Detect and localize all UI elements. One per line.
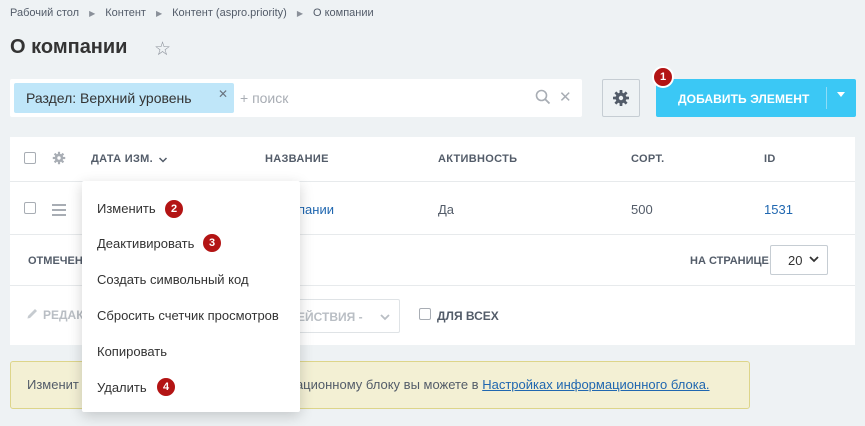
step-badge-1: 1 (652, 66, 674, 88)
clear-search-icon[interactable]: ✕ (559, 88, 572, 106)
search-input[interactable]: + поиск (240, 90, 288, 106)
breadcrumb: Рабочий стол ▶ Контент ▶ Контент (aspro.… (10, 6, 374, 20)
step-badge-3: 3 (201, 232, 223, 254)
chip-close-icon[interactable]: ✕ (218, 87, 228, 101)
menu-item-label: Удалить (97, 380, 147, 395)
column-settings-icon[interactable] (52, 151, 66, 170)
menu-item-reset-views[interactable]: Сбросить счетчик просмотров (82, 298, 300, 334)
actions-select-label: ЕЙСТВИЯ - (297, 310, 363, 324)
column-header-sort[interactable]: СОРТ. (631, 153, 664, 165)
iblock-settings-link[interactable]: Настройках информационного блока. (482, 377, 709, 392)
edit-button[interactable]: РЕДАК (43, 308, 84, 322)
for-all-label: ДЛЯ ВСЕХ (437, 309, 499, 323)
step-badge-4: 4 (155, 376, 177, 398)
row-active: Да (438, 202, 455, 217)
menu-item-label: Деактивировать (97, 236, 195, 251)
page-title: О компании (10, 36, 128, 58)
sort-chevron-icon[interactable] (158, 152, 168, 170)
row-checkbox[interactable] (24, 202, 36, 214)
button-divider (826, 87, 827, 109)
filter-bar[interactable]: Раздел: Верхний уровень ✕ + поиск ✕ (10, 79, 582, 117)
row-name-link[interactable]: пании (298, 202, 334, 217)
breadcrumb-item-desktop[interactable]: Рабочий стол (10, 7, 79, 19)
add-element-button[interactable]: ДОБАВИТЬ ЭЛЕМЕНТ (656, 79, 856, 117)
menu-item-deactivate[interactable]: Деактивировать (82, 226, 300, 262)
menu-item-label: Изменить (97, 201, 156, 216)
step-badge-2: 2 (163, 198, 185, 220)
row-context-menu: Изменить Деактивировать Создать символьн… (82, 181, 300, 412)
column-header-id[interactable]: ID (764, 153, 776, 165)
menu-item-create-code[interactable]: Создать символьный код (82, 262, 300, 298)
column-header-active[interactable]: АКТИВНОСТЬ (438, 153, 517, 165)
column-header-name[interactable]: НАЗВАНИЕ (265, 153, 329, 165)
notice-text-start: Изменит (27, 377, 79, 392)
filter-chip-label: Раздел: Верхний уровень (26, 90, 192, 106)
chevron-down-icon (808, 252, 820, 271)
select-all-checkbox[interactable] (24, 152, 36, 164)
breadcrumb-separator-icon: ▶ (89, 8, 96, 18)
gear-icon (613, 90, 629, 106)
row-id-link[interactable]: 1531 (764, 202, 793, 217)
per-page-label: НА СТРАНИЦЕ: (690, 255, 773, 267)
breadcrumb-separator-icon: ▶ (155, 8, 163, 18)
grid-header: ДАТА ИЗМ. НАЗВАНИЕ АКТИВНОСТЬ СОРТ. ID (10, 137, 855, 182)
search-icon[interactable] (535, 89, 551, 110)
breadcrumb-item-content[interactable]: Контент (105, 7, 146, 19)
menu-item-label: Копировать (97, 344, 167, 359)
marked-count-label: ОТМЕЧЕН (28, 255, 83, 267)
add-element-label: ДОБАВИТЬ ЭЛЕМЕНТ (678, 92, 810, 106)
menu-item-delete[interactable]: Удалить (82, 370, 300, 406)
breadcrumb-separator-icon: ▶ (296, 8, 303, 18)
menu-item-copy[interactable]: Копировать (82, 334, 300, 370)
pencil-icon[interactable] (26, 307, 39, 325)
star-icon[interactable]: ☆ (154, 38, 171, 61)
menu-item-edit[interactable]: Изменить (82, 191, 300, 227)
menu-item-label: Сбросить счетчик просмотров (97, 308, 279, 323)
settings-button[interactable] (602, 79, 640, 117)
chevron-down-icon[interactable] (837, 92, 845, 97)
notice-text: мационному блоку вы можете в Настройках … (287, 377, 710, 392)
menu-item-label: Создать символьный код (97, 272, 249, 287)
row-sort: 500 (631, 202, 653, 217)
row-menu-icon[interactable] (52, 204, 66, 219)
breadcrumb-item-content-priority[interactable]: Контент (aspro.priority) (172, 7, 287, 19)
per-page-select[interactable]: 20 (770, 245, 828, 275)
for-all-checkbox[interactable] (419, 308, 431, 320)
chevron-down-icon (379, 310, 391, 329)
column-header-date[interactable]: ДАТА ИЗМ. (91, 153, 153, 165)
menu-pointer (74, 200, 82, 216)
notice-text-middle: мационному блоку вы можете в (287, 377, 483, 392)
breadcrumb-item-current: О компании (313, 7, 374, 19)
per-page-value: 20 (788, 253, 803, 268)
filter-chip[interactable]: Раздел: Верхний уровень (14, 83, 234, 113)
